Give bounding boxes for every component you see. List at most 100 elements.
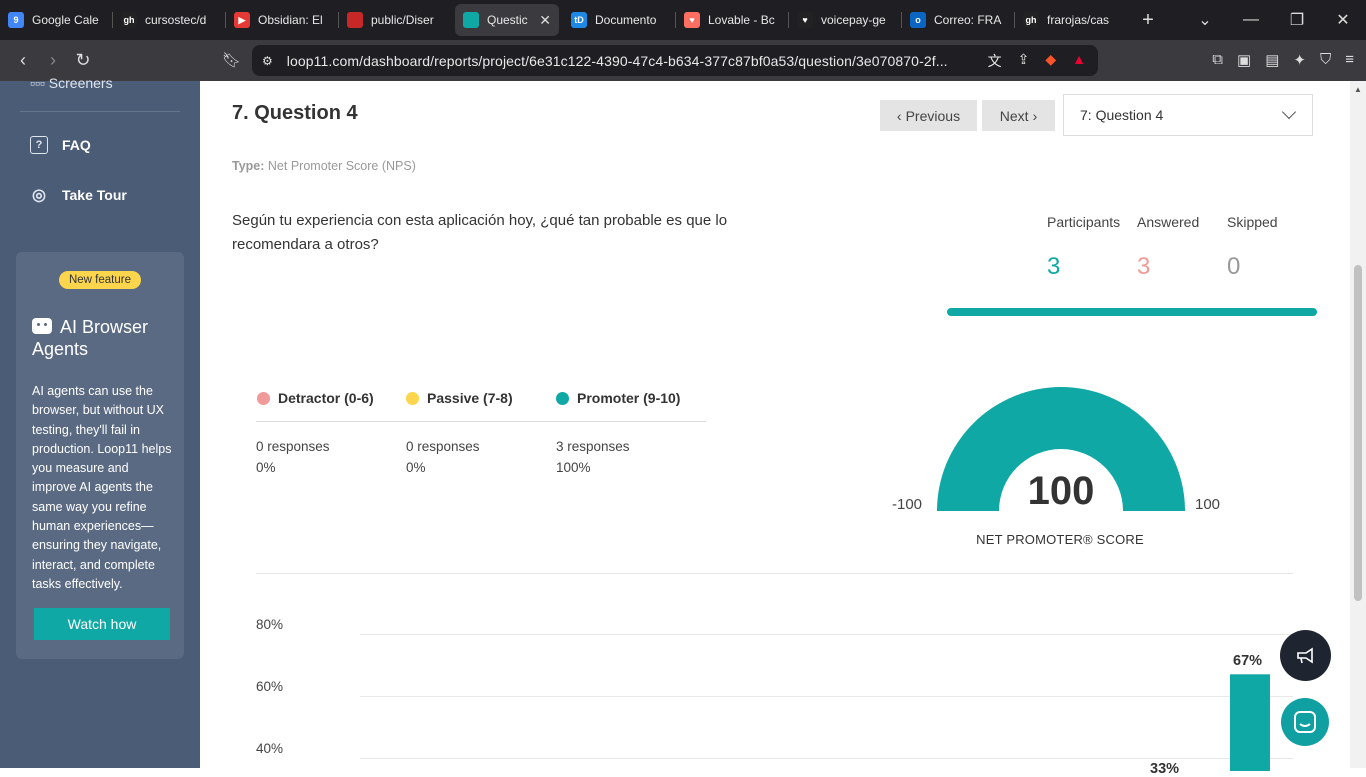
tab-favicon-icon: ♥ (684, 12, 700, 28)
tab-label: cursostec/d (145, 13, 207, 27)
reload-icon[interactable]: ↻ (68, 50, 98, 71)
brave-shield-icon[interactable]: ◆ (1045, 51, 1056, 71)
promo-title: AI Browser Agents (32, 317, 149, 359)
answered-value: 3 (1137, 253, 1151, 280)
browser-tab[interactable]: ♥ voicepay-ge (789, 4, 901, 36)
grid-icon: ▫▫▫ (30, 75, 45, 91)
brave-rewards-icon[interactable]: ▲ (1072, 51, 1086, 71)
section-divider (256, 573, 1293, 574)
sidebar: ▫▫▫ Screeners ? FAQ ◎ Take Tour New feat… (0, 75, 200, 768)
bar-value-label-partial: 33% (1150, 761, 1180, 777)
question-select[interactable]: 7: Question 4 (1063, 94, 1313, 136)
nps-min: -100 (892, 496, 923, 513)
browser-tab[interactable]: ▶ Obsidian: El (226, 4, 338, 36)
site-info-icon[interactable]: ⚙ (262, 54, 273, 68)
close-tab-icon[interactable]: ✕ (539, 12, 551, 29)
legend-passive: Passive (7-8) (406, 390, 513, 406)
scrollbar-thumb[interactable] (1354, 265, 1362, 601)
share-icon[interactable]: ⇪ (1018, 51, 1030, 71)
close-window-icon[interactable]: ✕ (1320, 10, 1366, 30)
tab-favicon-icon: ♥ (797, 12, 813, 28)
legend-dot (406, 391, 419, 405)
browser-tab[interactable]: tD Documento (563, 4, 675, 36)
answered-label: Answered (1137, 214, 1200, 230)
restore-icon[interactable]: ❐ (1274, 10, 1320, 30)
question-text: Según tu experiencia con esta aplicación… (232, 212, 728, 253)
browser-tab[interactable]: ♥ Lovable - Bc (676, 4, 788, 36)
tab-favicon-icon (463, 12, 479, 28)
promoter-count: 3 responses 100% (556, 439, 630, 475)
legend-divider (256, 421, 706, 422)
legend-detractor: Detractor (0-6) (257, 390, 374, 406)
scroll-up-icon[interactable]: ▲ (1354, 85, 1362, 94)
vpn-icon[interactable]: ⛉ (1320, 51, 1331, 69)
browser-tab[interactable]: public/Diser (339, 4, 451, 36)
chevron-down-icon (1281, 104, 1297, 120)
tab-favicon-icon: 9 (8, 12, 24, 28)
new-feature-badge: New feature (59, 271, 141, 289)
tab-label: Obsidian: El (258, 13, 323, 27)
extensions-icon[interactable]: ⧉ (1212, 51, 1223, 69)
distribution-chart (1230, 674, 1270, 771)
next-button[interactable]: Next › (982, 100, 1055, 131)
tab-favicon-icon: gh (121, 12, 137, 28)
page-scrollbar[interactable]: ▲ (1350, 81, 1366, 768)
bar-promoter (1230, 674, 1270, 771)
browser-tab[interactable]: gh cursostec/d (113, 4, 225, 36)
new-tab-icon[interactable]: + (1133, 9, 1163, 32)
browser-tab[interactable]: 9 Google Cale (0, 4, 112, 36)
question-icon: ? (30, 136, 48, 154)
tab-label: voicepay-ge (821, 13, 886, 27)
tab-favicon-icon: o (910, 12, 926, 28)
sidebar-item-take-tour[interactable]: ◎ Take Tour (30, 186, 127, 204)
translate-icon[interactable]: 文 (988, 51, 1002, 71)
address-bar[interactable]: ⚙ loop11.com/dashboard/reports/project/6… (252, 45, 1098, 76)
wallet-icon[interactable]: ▤ (1265, 51, 1279, 69)
tab-favicon-icon (347, 12, 363, 28)
location-pin-icon: ◎ (32, 187, 46, 204)
sidebar-toggle-icon[interactable]: ▣ (1237, 51, 1251, 69)
legend-promoter: Promoter (9-10) (556, 390, 680, 406)
skipped-value: 0 (1227, 253, 1241, 280)
forward-icon[interactable]: › (38, 50, 68, 71)
tab-label: Documento (595, 13, 657, 27)
chat-support-button[interactable] (1281, 698, 1329, 746)
sidebar-item-label: FAQ (62, 137, 91, 153)
window-controls: ⌄ — ❐ ✕ (1182, 0, 1366, 40)
tab-label: Google Cale (32, 13, 99, 27)
sidebar-item-faq[interactable]: ? FAQ (30, 136, 91, 154)
participants-label: Participants (1047, 214, 1121, 230)
promo-card: New feature AI Browser Agents AI agents … (16, 252, 184, 659)
announcements-button[interactable] (1280, 630, 1331, 681)
passive-count: 0 responses 0% (406, 439, 480, 475)
nps-max: 100 (1195, 496, 1221, 513)
leo-ai-icon[interactable]: ✦ (1293, 51, 1306, 69)
tab-label: frarojas/cas (1047, 13, 1110, 27)
browser-tab[interactable]: gh frarojas/cas (1015, 4, 1127, 36)
report-main: 7. Question 4 ‹ Previous Next › 7: Questio… (200, 81, 1350, 777)
chat-icon (1294, 711, 1316, 733)
legend-dot (556, 391, 569, 405)
response-rate-bar (947, 308, 1317, 316)
previous-button[interactable]: ‹ Previous (880, 100, 977, 131)
tab-label: public/Diser (371, 13, 434, 27)
tab-label: Correo: FRA (934, 13, 1002, 27)
back-icon[interactable]: ‹ (8, 50, 38, 71)
bookmark-icon[interactable]: 🔖︎ (222, 51, 241, 69)
skipped-label: Skipped (1227, 214, 1278, 230)
url-text[interactable]: loop11.com/dashboard/reports/project/6e3… (287, 53, 948, 69)
browser-tab[interactable]: o Correo: FRA (902, 4, 1014, 36)
megaphone-icon (1296, 647, 1313, 663)
browser-toolbar: ‹ › ↻ 🔖︎ ⚙ loop11.com/dashboard/reports/… (0, 40, 1366, 81)
watch-how-button[interactable]: Watch how (34, 608, 170, 640)
tab-favicon-icon: tD (571, 12, 587, 28)
chevron-right-icon: › (1032, 107, 1038, 124)
menu-icon[interactable]: ≡ (1345, 51, 1354, 69)
sidebar-item-screeners[interactable]: ▫▫▫ Screeners (30, 75, 113, 91)
tab-list-chevron-icon[interactable]: ⌄ (1182, 10, 1228, 30)
y-tick: 80% (256, 617, 284, 632)
browser-tab[interactable]: Questic ✕ (455, 4, 559, 36)
minimize-icon[interactable]: — (1228, 11, 1274, 29)
y-tick: 60% (256, 679, 284, 694)
sidebar-divider (20, 111, 180, 112)
